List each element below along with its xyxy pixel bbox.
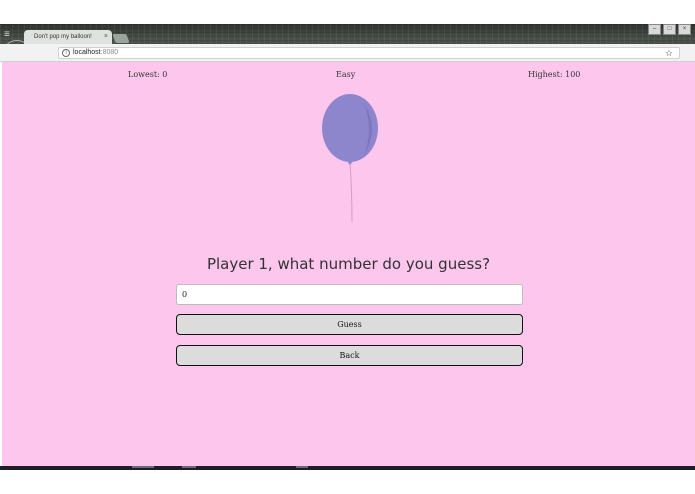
browser-chrome: ≡ Don't pop my balloon! × – □ × i localh… <box>0 24 695 62</box>
close-window-button[interactable]: × <box>678 24 691 35</box>
game-page: Lowest: 0 Easy Highest: 100 Player 1, wh… <box>2 62 695 466</box>
tab-close-icon[interactable]: × <box>104 30 108 44</box>
url-text: localhost:8080 <box>73 48 118 58</box>
address-bar[interactable]: i localhost:8080 ☆ <box>58 47 680 59</box>
taskbar-item[interactable] <box>132 466 154 468</box>
taskbar-item[interactable] <box>182 466 196 468</box>
difficulty-label: Easy <box>336 70 356 79</box>
back-button[interactable]: Back <box>176 345 523 366</box>
balloon-string <box>349 161 353 223</box>
bottom-area <box>0 470 695 494</box>
taskbar-item[interactable] <box>296 466 308 468</box>
guess-input[interactable] <box>176 284 523 305</box>
guess-question: Player 1, what number do you guess? <box>206 255 491 273</box>
window-controls: – □ × <box>648 24 691 35</box>
screen: ≡ Don't pop my balloon! × – □ × i localh… <box>0 0 695 494</box>
balloon-icon[interactable] <box>312 92 392 227</box>
lowest-label: Lowest: 0 <box>128 70 168 79</box>
bookmark-star-icon[interactable]: ☆ <box>665 48 673 58</box>
browser-tab[interactable]: Don't pop my balloon! × <box>24 30 112 44</box>
info-icon[interactable]: i <box>62 49 70 57</box>
maximize-button[interactable]: □ <box>663 24 676 35</box>
highest-label: Highest: 100 <box>528 70 581 79</box>
url-host: localhost <box>73 49 101 56</box>
balloon-knot <box>347 161 353 165</box>
browser-toolbar: i localhost:8080 ☆ <box>0 44 695 62</box>
tab-title: Don't pop my balloon! <box>34 34 92 40</box>
url-port: :8080 <box>100 49 119 56</box>
menu-icon[interactable]: ≡ <box>4 30 16 40</box>
minimize-button[interactable]: – <box>648 24 661 35</box>
guess-button[interactable]: Guess <box>176 314 523 335</box>
new-tab-button[interactable] <box>112 34 130 43</box>
